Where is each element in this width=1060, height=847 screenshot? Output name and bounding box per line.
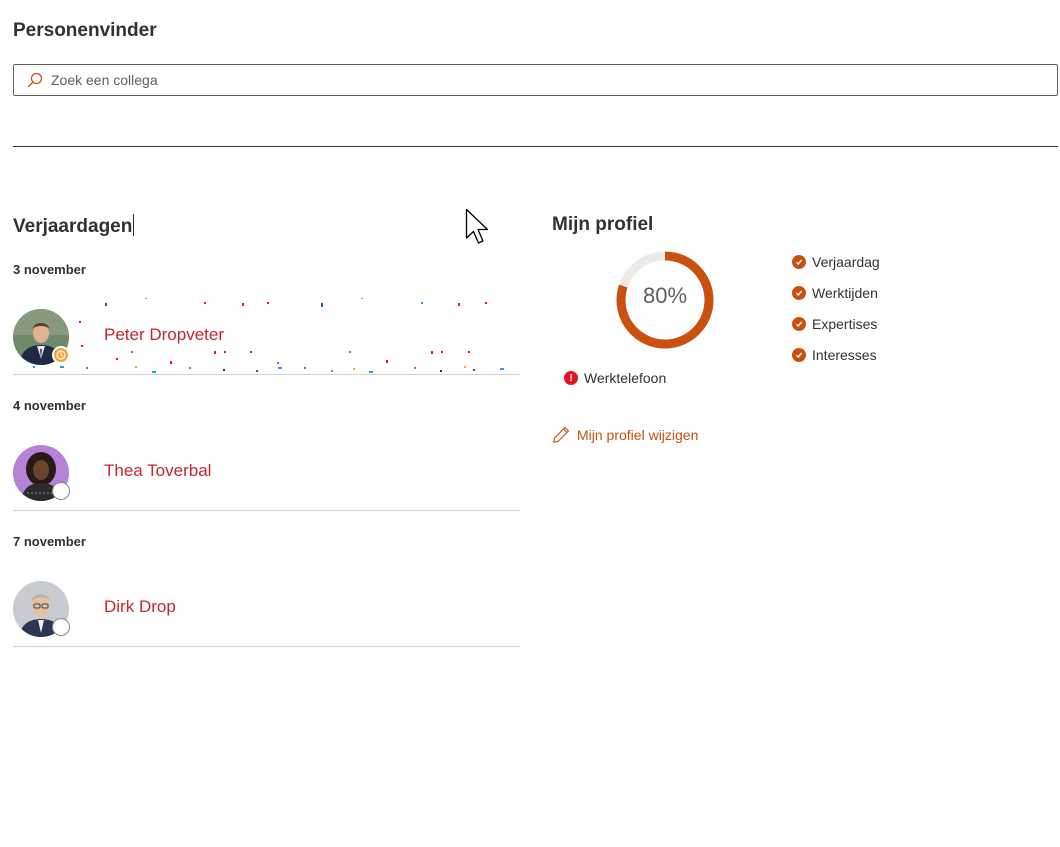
person-name-link[interactable]: Peter Dropveter: [104, 325, 224, 345]
edit-profile-link[interactable]: Mijn profiel wijzigen: [552, 425, 698, 444]
presence-offline-icon: [52, 482, 70, 500]
completed-item: Werktijden: [792, 277, 880, 308]
missing-item-label: Werktelefoon: [584, 370, 667, 386]
pencil-icon: [553, 426, 570, 443]
missing-item: ! Werktelefoon: [564, 370, 666, 386]
completed-item: Verjaardag: [792, 246, 880, 277]
completed-item-label: Werktijden: [812, 284, 878, 301]
birthday-date: 7 november: [13, 534, 86, 549]
search-box[interactable]: [13, 64, 1058, 96]
profile-title: Mijn profiel: [552, 214, 654, 235]
mouse-pointer-icon: [465, 208, 489, 244]
completed-item-label: Interesses: [812, 346, 877, 363]
birthday-row[interactable]: Peter Dropveter: [13, 297, 520, 375]
completed-item-label: Expertises: [812, 315, 878, 332]
person-name-link[interactable]: Dirk Drop: [104, 597, 176, 617]
text-caret: [133, 214, 135, 236]
birthday-date: 3 november: [13, 262, 86, 277]
birthdays-title: Verjaardagen: [13, 214, 135, 238]
presence-offline-icon: [52, 618, 70, 636]
checkmark-icon: [792, 285, 806, 300]
checkmark-icon: [792, 254, 806, 269]
divider: [13, 146, 1058, 147]
birthdays-title-text: Verjaardagen: [13, 216, 133, 237]
error-icon: !: [564, 371, 578, 385]
confetti-decoration: [33, 298, 504, 373]
completed-item-label: Verjaardag: [812, 253, 880, 270]
search-icon: [27, 72, 43, 88]
profile-completion-label: 80%: [642, 283, 688, 308]
presence-away-icon: [52, 346, 70, 364]
completed-items-list: Verjaardag Werktijden Expertises Interes…: [792, 246, 880, 370]
birthday-date: 4 november: [13, 398, 86, 413]
birthday-row[interactable]: Thea Toverbal: [13, 433, 520, 511]
edit-profile-label[interactable]: Mijn profiel wijzigen: [577, 427, 698, 443]
checkmark-icon: [792, 316, 806, 331]
birthday-row[interactable]: Dirk Drop: [13, 569, 520, 647]
page-title: Personenvinder: [13, 20, 157, 41]
completed-item: Expertises: [792, 308, 880, 339]
search-input[interactable]: [51, 72, 1057, 88]
completed-item: Interesses: [792, 339, 880, 370]
checkmark-icon: [792, 347, 806, 362]
person-name-link[interactable]: Thea Toverbal: [104, 461, 211, 481]
